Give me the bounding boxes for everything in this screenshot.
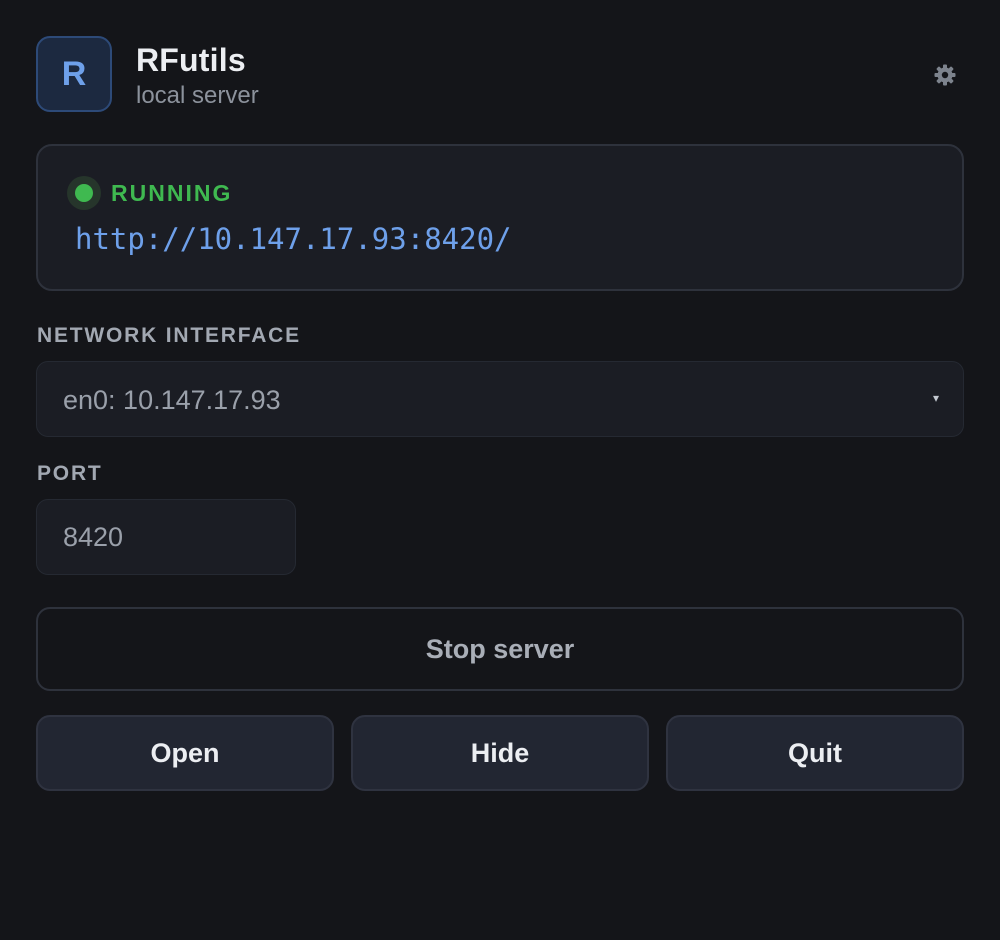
status-text: RUNNING [111, 180, 233, 206]
quit-button[interactable]: Quit [666, 715, 964, 791]
network-interface-label: NETWORK INTERFACE [37, 324, 301, 347]
chevron-down-icon: ▾ [932, 391, 939, 405]
app-title: RFutils [136, 42, 246, 78]
status-indicator [67, 176, 101, 210]
settings-button[interactable] [932, 62, 958, 88]
app-header: R RFutils local server [36, 36, 964, 112]
open-button[interactable]: Open [36, 715, 334, 791]
network-interface-select[interactable]: en0: 10.147.17.93 ▾ [36, 361, 964, 437]
app-logo: R [36, 36, 112, 112]
hide-button[interactable]: Hide [351, 715, 649, 791]
server-url-link[interactable]: http://10.147.17.93:8420/ [75, 222, 512, 256]
gear-icon [934, 64, 956, 86]
network-interface-value: en0: 10.147.17.93 [63, 385, 281, 415]
stop-server-button[interactable]: Stop server [36, 607, 964, 691]
app-logo-letter: R [61, 54, 87, 93]
app-subtitle: local server [136, 82, 259, 109]
status-dot-icon [75, 184, 93, 202]
status-card: RUNNING http://10.147.17.93:8420/ [36, 144, 964, 291]
server-panel: R RFutils local server RUNNING http://10… [0, 0, 1000, 940]
port-input[interactable] [36, 499, 296, 575]
port-label: PORT [37, 462, 103, 485]
